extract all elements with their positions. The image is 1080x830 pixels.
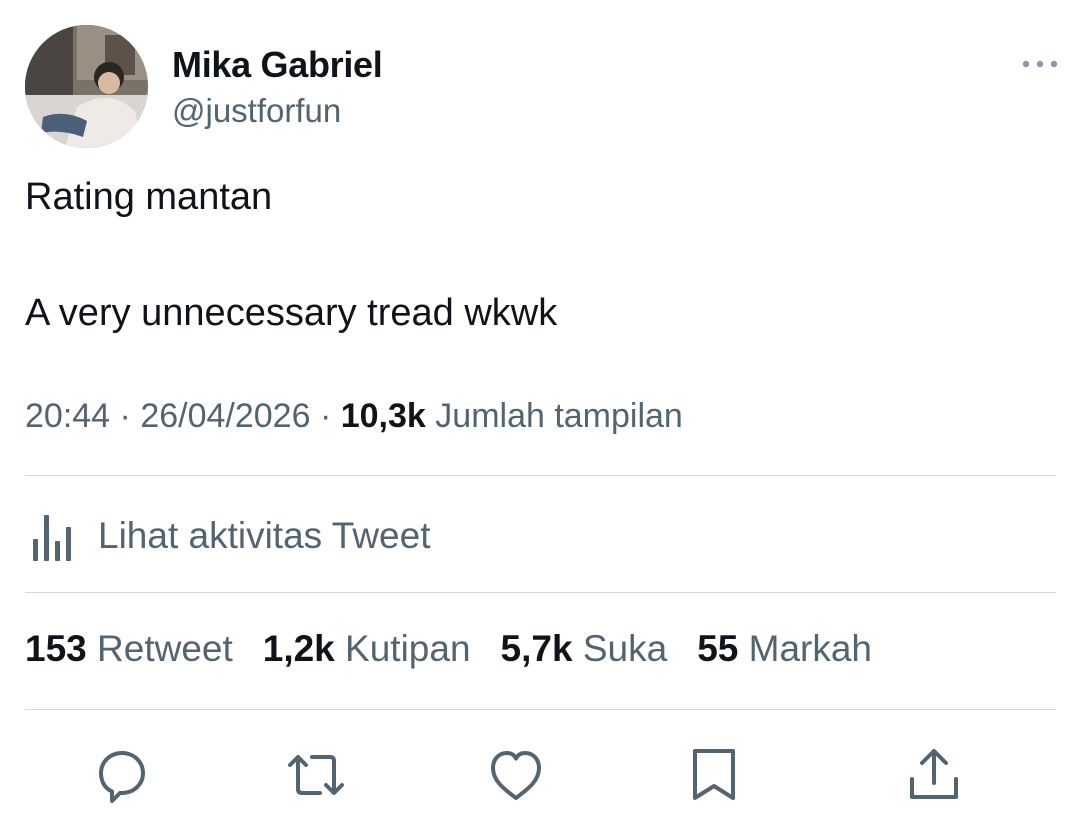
bar-chart-icon (33, 515, 71, 561)
tweet-time[interactable]: 20:44 (25, 397, 110, 435)
tweet-meta: 20:44 · 26/04/2026 · 10,3k Jumlah tampil… (25, 397, 683, 436)
share-icon[interactable] (904, 745, 964, 805)
stat-number: 1,2k (262, 628, 335, 669)
divider (25, 475, 1056, 476)
stat-number: 5,7k (500, 628, 573, 669)
author-name[interactable]: Mika Gabriel (172, 44, 383, 86)
tweet-stats: 153 Retweet 1,2k Kutipan 5,7k Suka 55 Ma… (25, 628, 902, 670)
stat-label: Markah (748, 628, 873, 669)
activity-label: Lihat aktivitas Tweet (98, 515, 431, 556)
divider (25, 709, 1056, 710)
stat-label: Retweet (97, 628, 233, 669)
divider (25, 592, 1056, 593)
quote-count[interactable]: 1,2k Kutipan (263, 628, 471, 670)
views-count: 10,3k (340, 397, 426, 435)
tweet-text-line: A very unnecessary tread wkwk (25, 292, 558, 334)
like-count[interactable]: 5,7k Suka (501, 628, 668, 670)
author-handle[interactable]: @justforfun (172, 92, 341, 130)
retweet-count[interactable]: 153 Retweet (25, 628, 233, 670)
stat-number: 55 (697, 628, 739, 669)
stat-label: Kutipan (345, 628, 471, 669)
retweet-icon[interactable] (286, 745, 346, 805)
views-label: Jumlah tampilan (435, 397, 683, 435)
tweet-detail: Mika Gabriel @justforfun Rating mantan A… (0, 0, 1080, 830)
stat-number: 153 (25, 628, 87, 669)
avatar[interactable] (25, 25, 148, 148)
reply-icon[interactable] (92, 745, 152, 805)
tweet-text-line: Rating mantan (25, 176, 273, 218)
more-options-icon[interactable] (1018, 52, 1062, 76)
meta-separator: · (319, 397, 332, 435)
tweet-date[interactable]: 26/04/2026 (140, 397, 310, 435)
meta-separator: · (119, 397, 131, 435)
bookmark-count[interactable]: 55 Markah (697, 628, 872, 670)
view-tweet-activity-button[interactable]: Lihat aktivitas Tweet (25, 506, 545, 566)
like-icon[interactable] (486, 745, 546, 805)
stat-label: Suka (582, 628, 668, 669)
bookmark-icon[interactable] (684, 745, 744, 805)
